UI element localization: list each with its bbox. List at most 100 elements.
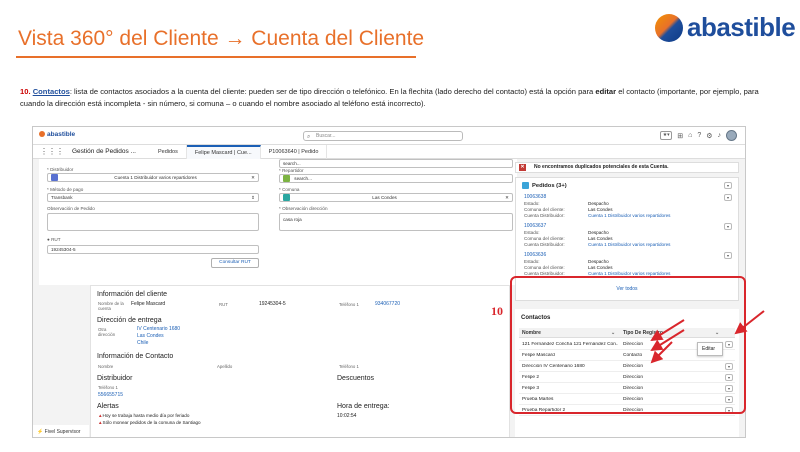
direccion-line-2[interactable]: Las Condes <box>137 333 164 339</box>
direccion-line-1[interactable]: IV Centenario 1680 <box>137 326 180 332</box>
app-name: Gestión de Pedidos ... <box>72 148 136 155</box>
distribuidor-label: * Distribuidor <box>47 167 74 172</box>
annotation-number: 10 <box>491 304 503 318</box>
otra-direccion-label: Otra dirección <box>98 327 116 337</box>
client-info-card: Información del cliente Nombre de la cue… <box>90 285 510 437</box>
comuna-label: * Comuna <box>279 187 300 192</box>
contacto-telefono-label: Teléfono 1 <box>339 364 359 369</box>
add-icon[interactable]: ⊞ <box>677 132 683 140</box>
app-logo[interactable]: abastible <box>39 131 75 138</box>
duplicate-warning-text: No encontramos duplicados potenciales de… <box>534 164 669 170</box>
pedidos-title-text: Pedidos (3+) <box>532 183 567 190</box>
pedidos-menu-button[interactable]: ▾ <box>724 182 732 189</box>
rut-value: 19245304-5 <box>51 247 76 252</box>
duplicate-icon: ✕ <box>519 164 526 171</box>
brand-name: abastible <box>687 12 796 42</box>
pago-select[interactable]: Transbank ⇕ <box>47 193 259 202</box>
repartidor-field[interactable]: search... <box>279 174 513 183</box>
slide-description: 10. Contactos: lista de contactos asocia… <box>20 86 780 110</box>
telefono-label: Teléfono 1 <box>339 302 359 307</box>
order-2-menu-button[interactable]: ▾ <box>724 223 732 230</box>
rut-label: ● RUT <box>47 237 61 242</box>
order-1-estado: Despacho <box>588 201 609 206</box>
menu-item-editar[interactable]: Editar <box>702 346 715 352</box>
nombre-cuenta-value: Felipe Mascard <box>131 301 166 307</box>
tab-account[interactable]: Felipe Mascard | Cue... <box>186 144 261 159</box>
top-search-placeholder: search... <box>283 161 301 166</box>
obs-direccion-value: casa roja <box>283 217 302 222</box>
alert-2-text: Sólo monear pedidos de la comuna de Sant… <box>102 420 201 425</box>
order-3-comuna: Las Condes <box>588 265 613 270</box>
heading-direccion: Dirección de entrega <box>97 317 162 324</box>
order-1-dist-label: Cuenta Distribuidor: <box>524 213 565 218</box>
rut-info-value: 19245304-5 <box>259 301 286 307</box>
row-action-menu: Editar <box>697 342 723 356</box>
obs-pedido-label: Observación de Pedido <box>47 206 95 211</box>
avatar[interactable] <box>726 130 737 141</box>
clear-icon[interactable]: ✕ <box>251 174 255 181</box>
repartidor-icon <box>283 175 290 183</box>
top-search-field[interactable]: search... <box>279 159 513 168</box>
order-3-comuna-label: Comuna del cliente: <box>524 265 565 270</box>
order-2-dist[interactable]: Cuenta 1 Distribuidor varios repartidore… <box>588 242 670 247</box>
app-logo-icon <box>39 131 45 138</box>
help-icon[interactable]: ? <box>697 132 701 139</box>
order-link-2[interactable]: 10063637 <box>524 223 546 229</box>
bell-icon[interactable]: ♪ <box>718 132 722 139</box>
account-icon <box>51 174 58 182</box>
pedidos-title: Pedidos (3+) <box>522 182 567 189</box>
gear-icon[interactable]: ⚙ <box>706 132 712 140</box>
alert-1-text: Hoy se trabaja hasta medio día por feria… <box>102 413 190 418</box>
repartidor-placeholder: search... <box>294 176 312 181</box>
top-icons: ★▾ ⊞ ⌂ ? ⚙ ♪ <box>660 130 737 141</box>
tab-order[interactable]: P10063640 | Pedido <box>261 144 328 159</box>
order-3-estado: Despacho <box>588 259 609 264</box>
app-launcher-icon[interactable]: ⋮⋮⋮ <box>40 147 64 156</box>
direccion-line-3[interactable]: Chile <box>137 340 148 346</box>
clear-icon[interactable]: ✕ <box>505 194 509 201</box>
heading-descuentos: Descuentos <box>337 375 374 382</box>
order-link-3[interactable]: 10063636 <box>524 252 546 258</box>
search-icon: ⌕ <box>307 134 311 140</box>
comuna-field[interactable]: Las Condes ✕ <box>279 193 513 202</box>
order-link-1[interactable]: 10063638 <box>524 194 546 200</box>
order-2-estado-label: Estado: <box>524 230 540 235</box>
app-logo-text: abastible <box>47 131 76 138</box>
search-placeholder: Buscar... <box>316 133 336 139</box>
global-search-input[interactable]: ⌕ Buscar... <box>303 131 463 141</box>
favorites-icon[interactable]: ★▾ <box>660 131 673 140</box>
comuna-icon <box>283 194 290 202</box>
utility-bar[interactable]: ⚡ Fivel Supervisor Plus <box>33 425 89 437</box>
slide-title: Vista 360° del Cliente → Cuenta del Clie… <box>18 27 425 50</box>
order-1-menu-button[interactable]: ▾ <box>724 194 732 201</box>
pago-label: * Método de pago <box>47 187 84 192</box>
obs-direccion-label: * Observación dirección <box>279 206 328 211</box>
brand-logo: abastible <box>655 12 796 43</box>
repartidor-label: * Repartidor <box>279 168 304 173</box>
order-1-dist[interactable]: Cuenta 1 Distribuidor varios repartidore… <box>588 213 670 218</box>
select-arrows-icon: ⇕ <box>251 195 255 200</box>
duplicate-warning: ✕ No encontramos duplicados potenciales … <box>515 162 739 173</box>
distribuidor-telefono-label: Teléfono 1 <box>98 385 118 390</box>
obs-direccion-textarea[interactable]: casa roja <box>279 213 513 231</box>
order-3-menu-button[interactable]: ▾ <box>724 252 732 259</box>
distribuidor-field[interactable]: Cuenta 1 Distribuidor varios repartidore… <box>47 173 259 182</box>
title-underline <box>16 56 416 58</box>
heading-contacto: Información de Contacto <box>97 353 174 360</box>
home-icon[interactable]: ⌂ <box>688 132 692 139</box>
heading-cliente: Información del cliente <box>97 291 168 298</box>
pago-value: Transbank <box>51 195 73 200</box>
order-1-estado-label: Estado: <box>524 201 540 206</box>
consultar-rut-button[interactable]: Consultar RUT <box>211 258 259 268</box>
distribuidor-value: Cuenta 1 Distribuidor varios repartidore… <box>114 175 197 180</box>
distribuidor-telefono-link[interactable]: 556655715 <box>98 392 123 398</box>
tab-pedidos[interactable]: Pedidos <box>150 144 187 159</box>
rut-input[interactable]: 19245304-5 <box>47 245 259 254</box>
telefono-link[interactable]: 934067720 <box>375 301 400 307</box>
orders-icon <box>522 182 529 189</box>
description-bold: editar <box>595 87 617 96</box>
order-2-comuna-label: Comuna del cliente: <box>524 236 565 241</box>
order-2-comuna: Las Condes <box>588 236 613 241</box>
hora-value: 10:02:54 <box>337 413 357 419</box>
obs-pedido-textarea[interactable] <box>47 213 259 231</box>
